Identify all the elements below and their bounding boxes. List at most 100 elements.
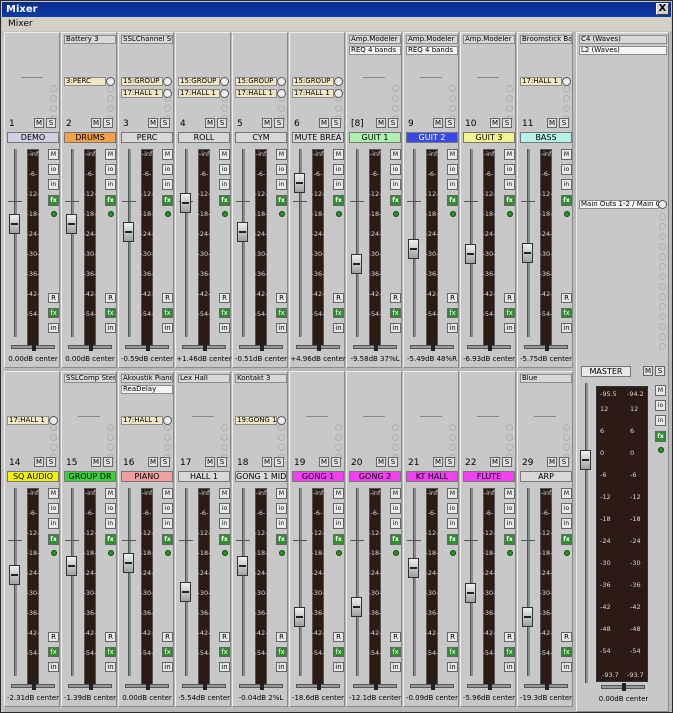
record-arm-button[interactable]: R	[447, 632, 458, 642]
master-envelope-button[interactable]: in	[655, 415, 666, 426]
send-volume-knob[interactable]	[106, 77, 115, 86]
track-name[interactable]: GUIT 1	[349, 132, 401, 143]
mute-button[interactable]: M	[319, 457, 329, 467]
send-slot[interactable]: 17:HALL 1	[520, 77, 562, 86]
pan-handle[interactable]	[317, 343, 321, 351]
input-button[interactable]: in	[105, 662, 116, 672]
monitor-button[interactable]: fx	[162, 308, 173, 318]
pan-handle[interactable]	[32, 343, 36, 351]
track-name[interactable]: FLUTE	[463, 471, 515, 482]
volume-fader[interactable]	[123, 222, 134, 243]
record-arm-button[interactable]: R	[561, 632, 572, 642]
fx-slot[interactable]: REQ 4 bands	[349, 46, 401, 55]
monitor-button[interactable]: fx	[162, 647, 173, 657]
solo-button[interactable]: S	[502, 457, 512, 467]
pan-handle[interactable]	[146, 343, 150, 351]
envelope-button[interactable]: in	[447, 518, 458, 529]
phase-button[interactable]: M	[561, 488, 572, 499]
phase-button[interactable]: M	[390, 488, 401, 499]
fx-button[interactable]: fx	[561, 534, 572, 545]
fx-button[interactable]: fx	[105, 534, 116, 545]
pan-slider[interactable]	[182, 343, 226, 351]
envelope-button[interactable]: in	[504, 518, 515, 529]
pan-slider[interactable]	[125, 343, 169, 351]
record-arm-button[interactable]: R	[561, 293, 572, 303]
mute-button[interactable]: M	[262, 457, 272, 467]
master-solo-button[interactable]: S	[655, 366, 665, 376]
input-button[interactable]: in	[447, 662, 458, 672]
send-slot[interactable]: 15:GROUP	[292, 77, 334, 86]
pan-slider[interactable]	[296, 343, 340, 351]
input-button[interactable]: in	[276, 662, 287, 672]
fx-button[interactable]: fx	[48, 534, 59, 545]
master-fx-slot[interactable]: L2 (Waves)	[579, 46, 667, 55]
io-button[interactable]: io	[219, 164, 230, 175]
fx-button[interactable]: fx	[219, 534, 230, 545]
track-name[interactable]: GUIT 3	[463, 132, 515, 143]
mute-button[interactable]: M	[490, 457, 500, 467]
solo-button[interactable]: S	[103, 457, 113, 467]
io-button[interactable]: io	[390, 503, 401, 514]
pan-slider[interactable]	[239, 343, 283, 351]
solo-button[interactable]: S	[559, 118, 569, 128]
track-name[interactable]: PERC	[121, 132, 173, 143]
envelope-button[interactable]: in	[105, 518, 116, 529]
phase-button[interactable]: M	[219, 488, 230, 499]
fx-button[interactable]: fx	[390, 195, 401, 206]
pan-handle[interactable]	[32, 682, 36, 690]
send-volume-knob[interactable]	[277, 89, 286, 98]
io-button[interactable]: io	[447, 164, 458, 175]
volume-fader[interactable]	[237, 222, 248, 243]
fx-button[interactable]: fx	[48, 195, 59, 206]
record-arm-button[interactable]: R	[105, 632, 116, 642]
envelope-button[interactable]: in	[105, 179, 116, 190]
envelope-button[interactable]: in	[276, 179, 287, 190]
envelope-button[interactable]: in	[561, 179, 572, 190]
fx-button[interactable]: fx	[276, 534, 287, 545]
mute-button[interactable]: M	[148, 457, 158, 467]
pan-slider[interactable]	[239, 682, 283, 690]
volume-fader[interactable]	[294, 607, 305, 627]
envelope-button[interactable]: in	[162, 518, 173, 529]
track-name[interactable]: DEMO	[7, 132, 59, 143]
pan-handle[interactable]	[374, 682, 378, 690]
fx-slot[interactable]: Amp.Modeler P	[406, 35, 458, 44]
fx-button[interactable]: fx	[447, 534, 458, 545]
phase-button[interactable]: M	[48, 488, 59, 499]
volume-fader[interactable]	[180, 581, 191, 602]
pan-slider[interactable]	[353, 682, 397, 690]
mute-button[interactable]: M	[34, 118, 44, 128]
envelope-button[interactable]: in	[48, 518, 59, 529]
monitor-button[interactable]: fx	[219, 308, 230, 318]
solo-button[interactable]: S	[445, 118, 455, 128]
io-button[interactable]: io	[276, 164, 287, 175]
pan-handle[interactable]	[146, 682, 150, 690]
mute-button[interactable]: M	[433, 118, 443, 128]
pan-handle[interactable]	[488, 682, 492, 690]
record-arm-button[interactable]: R	[333, 632, 344, 642]
pan-handle[interactable]	[317, 682, 321, 690]
fx-button[interactable]: fx	[504, 534, 515, 545]
pan-slider[interactable]	[68, 343, 112, 351]
phase-button[interactable]: M	[333, 488, 344, 499]
solo-button[interactable]: S	[103, 118, 113, 128]
input-button[interactable]: in	[390, 662, 401, 672]
solo-button[interactable]: S	[388, 457, 398, 467]
pan-handle[interactable]	[431, 682, 435, 690]
send-slot[interactable]: 17:HALL 1	[235, 89, 277, 98]
monitor-button[interactable]: fx	[105, 647, 116, 657]
io-button[interactable]: io	[504, 164, 515, 175]
master-mute-button[interactable]: M	[643, 366, 653, 376]
monitor-button[interactable]: fx	[48, 647, 59, 657]
pan-slider[interactable]	[467, 682, 511, 690]
close-button[interactable]: X	[656, 3, 669, 15]
volume-fader[interactable]	[408, 557, 419, 578]
volume-fader[interactable]	[351, 596, 362, 617]
master-fx-button[interactable]: fx	[655, 431, 666, 442]
monitor-button[interactable]: fx	[504, 647, 515, 657]
input-button[interactable]: in	[162, 662, 173, 672]
input-button[interactable]: in	[105, 323, 116, 333]
pan-handle[interactable]	[260, 343, 264, 351]
fx-slot[interactable]: SSLChannel Str	[121, 35, 173, 44]
fx-button[interactable]: fx	[105, 195, 116, 206]
